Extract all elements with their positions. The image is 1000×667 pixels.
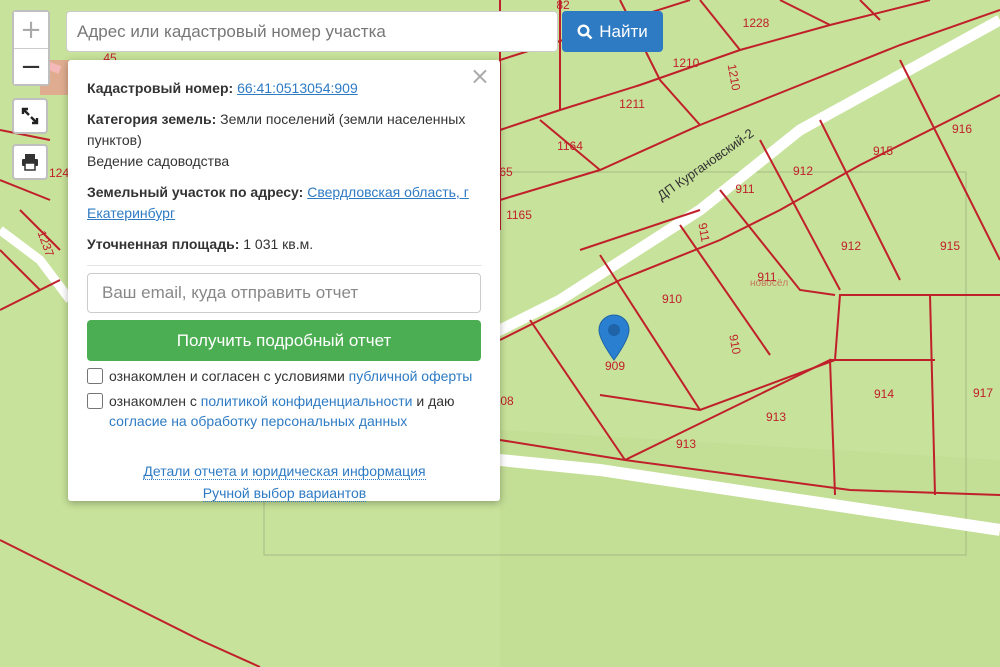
parcel-label: 916 [952, 122, 972, 136]
printer-icon [22, 154, 38, 171]
parcel-label: 1164 [557, 139, 583, 153]
zoom-out-button[interactable]: − [14, 48, 48, 84]
map-marker-icon [598, 314, 630, 361]
zoom-control: + − [12, 10, 50, 86]
search-icon [577, 23, 593, 39]
search-input[interactable] [66, 11, 558, 52]
parcel-label: 911 [735, 182, 754, 196]
offer-agreement: ознакомлен и согласен с условиями публич… [87, 366, 482, 386]
manual-selection-link[interactable]: Ручной выбор вариантов [202, 485, 367, 502]
area-row: Уточненная площадь: 1 031 кв.м. [87, 234, 482, 255]
category-row: Категория земель: Земли поселений (земли… [87, 109, 482, 151]
parcel-label: 915 [940, 239, 960, 253]
offer-agreement-text: ознакомлен и согласен с условиями публич… [109, 368, 473, 384]
parcel-label: 912 [841, 239, 861, 253]
parcel-popup: × Кадастровый номер: 66:41:0513054:909 К… [68, 60, 500, 504]
parcel-label: 910 [662, 292, 682, 306]
public-offer-link[interactable]: публичной оферты [349, 368, 473, 384]
parcel-label: 913 [766, 410, 786, 424]
data-consent-link[interactable]: согласие на обработку персональных данны… [109, 413, 407, 429]
zoom-in-button[interactable]: + [14, 12, 48, 48]
find-button-label: Найти [599, 21, 648, 41]
report-details-link[interactable]: Детали отчета и юридическая информация [143, 463, 426, 480]
parcel-label: 1211 [619, 97, 645, 111]
privacy-agreement-text: ознакомлен с политикой конфиденциальност… [109, 393, 455, 429]
close-icon[interactable]: × [470, 64, 490, 88]
offer-checkbox[interactable] [87, 368, 103, 384]
parcel-label: 914 [874, 387, 894, 401]
usage-text: Ведение садоводства [87, 153, 230, 169]
privacy-agreement: ознакомлен с политикой конфиденциальност… [87, 391, 482, 431]
popup-footer: Детали отчета и юридическая информация Р… [87, 460, 482, 504]
category-label: Категория земель: [87, 111, 217, 127]
cadastral-label: Кадастровый номер: [87, 80, 234, 96]
parcel-label: 1228 [743, 16, 770, 30]
parcel-label: 917 [973, 386, 993, 400]
address-label: Земельный участок по адресу: [87, 184, 304, 200]
cadastral-number-link[interactable]: 66:41:0513054:909 [237, 80, 358, 96]
parcel-label: 915 [873, 144, 893, 158]
parcel-label: 912 [793, 164, 813, 178]
parcel-label: 124 [49, 166, 69, 180]
cadastral-row: Кадастровый номер: 66:41:0513054:909 [87, 78, 482, 99]
area-value: 1 031 кв.м. [243, 236, 314, 252]
get-report-button[interactable]: Получить подробный отчет [87, 320, 481, 361]
address-row: Земельный участок по адресу: Свердловска… [87, 182, 482, 224]
print-button[interactable] [12, 144, 48, 180]
area-label: Уточненная площадь: [87, 236, 240, 252]
find-button[interactable]: Найти [562, 11, 663, 52]
parcel-label: 65 [499, 165, 513, 179]
privacy-checkbox[interactable] [87, 393, 103, 409]
privacy-policy-link[interactable]: политикой конфиденциальности [201, 393, 413, 409]
parcel-label: 08 [500, 394, 514, 408]
divider [87, 265, 482, 266]
fullscreen-button[interactable] [12, 98, 48, 134]
expand-icon [21, 107, 39, 125]
parcel-label: 1165 [506, 208, 532, 222]
email-field[interactable] [87, 273, 481, 313]
parcel-label: 913 [676, 437, 696, 451]
parcel-label: 1210 [673, 56, 700, 70]
watermark: новосёл [750, 278, 788, 289]
location-pin[interactable] [597, 314, 631, 367]
